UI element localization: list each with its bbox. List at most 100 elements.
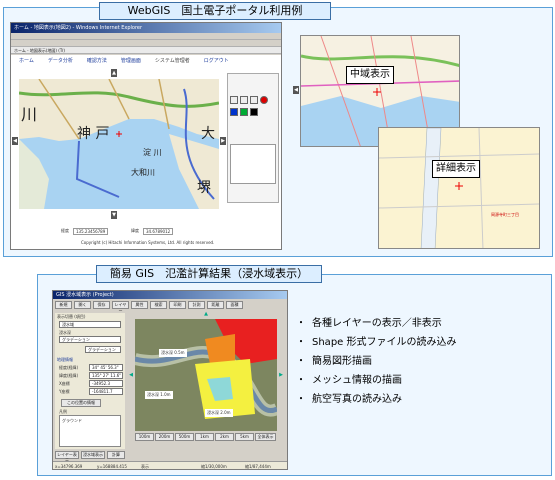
- scale-2km[interactable]: 2km: [215, 433, 234, 441]
- flood-orange-zone: [205, 334, 235, 364]
- gis-toolbar: 新規 開く 保存 レイヤー 属性 検索 印刷 計測 距離 面積: [55, 301, 243, 313]
- detail-map-svg: [379, 128, 539, 248]
- location-info-button[interactable]: この位置の情報: [61, 399, 101, 407]
- layer-list[interactable]: [230, 144, 276, 184]
- feature-item: ・ Shape 形式ファイルの読み込み: [296, 337, 457, 348]
- feature-item: ・メッシュ情報の描画: [296, 375, 402, 386]
- flood-tag-2: 浸水深 2.0m: [205, 409, 233, 417]
- browser-titlebar: ホーム - 地図表示(地図2) - Windows Internet Explo…: [11, 23, 281, 33]
- detail-rail: [420, 128, 442, 248]
- scale-500m[interactable]: 500m: [175, 433, 194, 441]
- tool-panel: [227, 73, 279, 203]
- flood-pan-right[interactable]: ▶: [278, 371, 284, 379]
- toolbar-layer[interactable]: レイヤー: [112, 301, 129, 313]
- label-kobe: 神 戸: [77, 126, 110, 142]
- detail-street-2: [379, 203, 539, 209]
- toolbar-search[interactable]: 検索: [150, 301, 167, 309]
- select-tool-icon[interactable]: [230, 96, 238, 104]
- status-y: y=168884.415: [97, 464, 127, 469]
- toolbar-attr[interactable]: 属性: [131, 301, 148, 309]
- color-black-icon[interactable]: [250, 108, 258, 116]
- nav-admin[interactable]: 管理画面: [121, 57, 141, 64]
- nav-analysis[interactable]: データ分析: [48, 57, 73, 64]
- scale-1km[interactable]: 1km: [195, 433, 214, 441]
- toolbar-new[interactable]: 新規: [55, 301, 72, 309]
- circle-tool-icon[interactable]: [260, 96, 268, 104]
- menu-bar: [11, 40, 281, 47]
- layer-display-button[interactable]: レイヤー表示: [55, 451, 79, 463]
- bottom-panel-title: 簡易 GIS 氾濫計算結果（浸水域表示）: [96, 265, 322, 283]
- feature-item: ・航空写真の読み込み: [296, 394, 402, 405]
- color-blue-icon[interactable]: [230, 108, 238, 116]
- yamato-river: [75, 140, 120, 198]
- top-panel-title: WebGIS 国土電子ポータル利用例: [99, 2, 331, 20]
- copyright-text: Copyright (c) Hitachi Information System…: [81, 240, 215, 245]
- coord-value-x: 135.23456789: [73, 228, 109, 235]
- status-mode: 表示: [141, 464, 149, 469]
- pan-up-button[interactable]: ▲: [111, 69, 117, 77]
- field-label-2: X座標: [59, 381, 70, 386]
- feature-list: ・各種レイヤーの表示／非表示 ・ Shape 形式ファイルの読み込み ・簡易図形描…: [296, 316, 457, 411]
- nav-method[interactable]: 確認方法: [87, 57, 107, 64]
- callout-mid: 中域表示: [346, 66, 394, 84]
- field-label-0: 経度(経緯): [59, 365, 79, 370]
- flood-pan-left[interactable]: ◀: [128, 371, 134, 379]
- line-tool-icon[interactable]: [240, 96, 248, 104]
- nav-sysadmin[interactable]: システム管理者: [155, 57, 190, 64]
- flood-map[interactable]: 浸水深 0.5m 浸水深 1.0m 浸水深 2.0m: [135, 319, 277, 431]
- label-osaka: 大: [201, 126, 215, 142]
- pan-right-button[interactable]: ▶: [220, 137, 226, 145]
- toolbar-measure[interactable]: 計測: [188, 301, 205, 309]
- toolbar-distance[interactable]: 距離: [207, 301, 224, 309]
- pan-left-button[interactable]: ◀: [12, 137, 18, 145]
- field-value-1: 135° 27' 11.6": [89, 372, 123, 379]
- legend-list[interactable]: グラウンド: [59, 415, 121, 447]
- address-bar[interactable]: [11, 33, 281, 40]
- status-bar: x=34796.369 y=168884.415 表示 縮1/30,000m 縮…: [53, 461, 287, 469]
- gis-titlebar: GIS 浸水域表示 (Project): [53, 291, 287, 299]
- label-river-big: 川: [21, 105, 38, 124]
- detail-street-3: [478, 128, 484, 248]
- select-display[interactable]: 浸水域: [59, 321, 121, 328]
- toolbar-area[interactable]: 面積: [226, 301, 243, 309]
- polygon-tool-icon[interactable]: [250, 96, 258, 104]
- mid-pan-left[interactable]: ◀: [293, 86, 299, 94]
- mid-green-road: [301, 54, 459, 68]
- callout-detail: 詳細表示: [432, 160, 480, 178]
- calculate-button[interactable]: 計算: [107, 451, 125, 459]
- flood-display-button[interactable]: 浸水域表示: [81, 451, 105, 459]
- scale-200m[interactable]: 200m: [155, 433, 174, 441]
- browser-tab[interactable]: ホーム - 地図表示(地図) (Tr): [11, 47, 281, 54]
- pan-down-button[interactable]: ▼: [111, 211, 117, 219]
- detail-map[interactable]: 岡源寺町三丁目: [378, 127, 540, 249]
- field-value-0: 34° 45' 56.3": [89, 364, 123, 371]
- detail-place-label: 岡源寺町三丁目: [491, 212, 519, 217]
- nav-logout[interactable]: ログアウト: [204, 57, 229, 64]
- status-scale-b: 縮1/87,444m: [245, 464, 271, 469]
- color-green-icon[interactable]: [240, 108, 248, 116]
- kobe-osaka-map[interactable]: 川 神 戸 大 堺 淀 川 大和川: [19, 79, 219, 209]
- select-depth[interactable]: グラデーション: [59, 336, 121, 343]
- select-style[interactable]: グラデーション: [85, 346, 121, 353]
- field-label-3: Y座標: [59, 389, 70, 394]
- flood-tag-1: 浸水深 1.0m: [145, 391, 173, 399]
- label-sakai: 堺: [197, 180, 211, 196]
- detail-center-cross: [455, 182, 463, 190]
- feature-item: ・簡易図形描画: [296, 356, 372, 367]
- coord-label-x: 経度: [61, 228, 69, 233]
- label-yodogawa: 淀 川: [143, 148, 162, 157]
- scale-all[interactable]: 全体表示: [255, 433, 276, 441]
- toolbar-save[interactable]: 保存: [93, 301, 110, 309]
- scale-5km[interactable]: 5km: [235, 433, 254, 441]
- group1-label: 表示切替 (項目): [57, 314, 86, 319]
- nav-home[interactable]: ホーム: [19, 57, 34, 64]
- mid-center-cross: [373, 88, 381, 96]
- flood-pan-up[interactable]: ▲: [203, 310, 209, 318]
- toolbar-print[interactable]: 印刷: [169, 301, 186, 309]
- status-x: x=34796.369: [55, 464, 83, 469]
- toolbar-open[interactable]: 開く: [74, 301, 91, 309]
- legend-item[interactable]: グラウンド: [62, 418, 82, 424]
- status-scale-a: 縮1/30,000m: [201, 464, 227, 469]
- scale-100m[interactable]: 100m: [135, 433, 154, 441]
- field-value-3: -164811.7: [89, 388, 123, 395]
